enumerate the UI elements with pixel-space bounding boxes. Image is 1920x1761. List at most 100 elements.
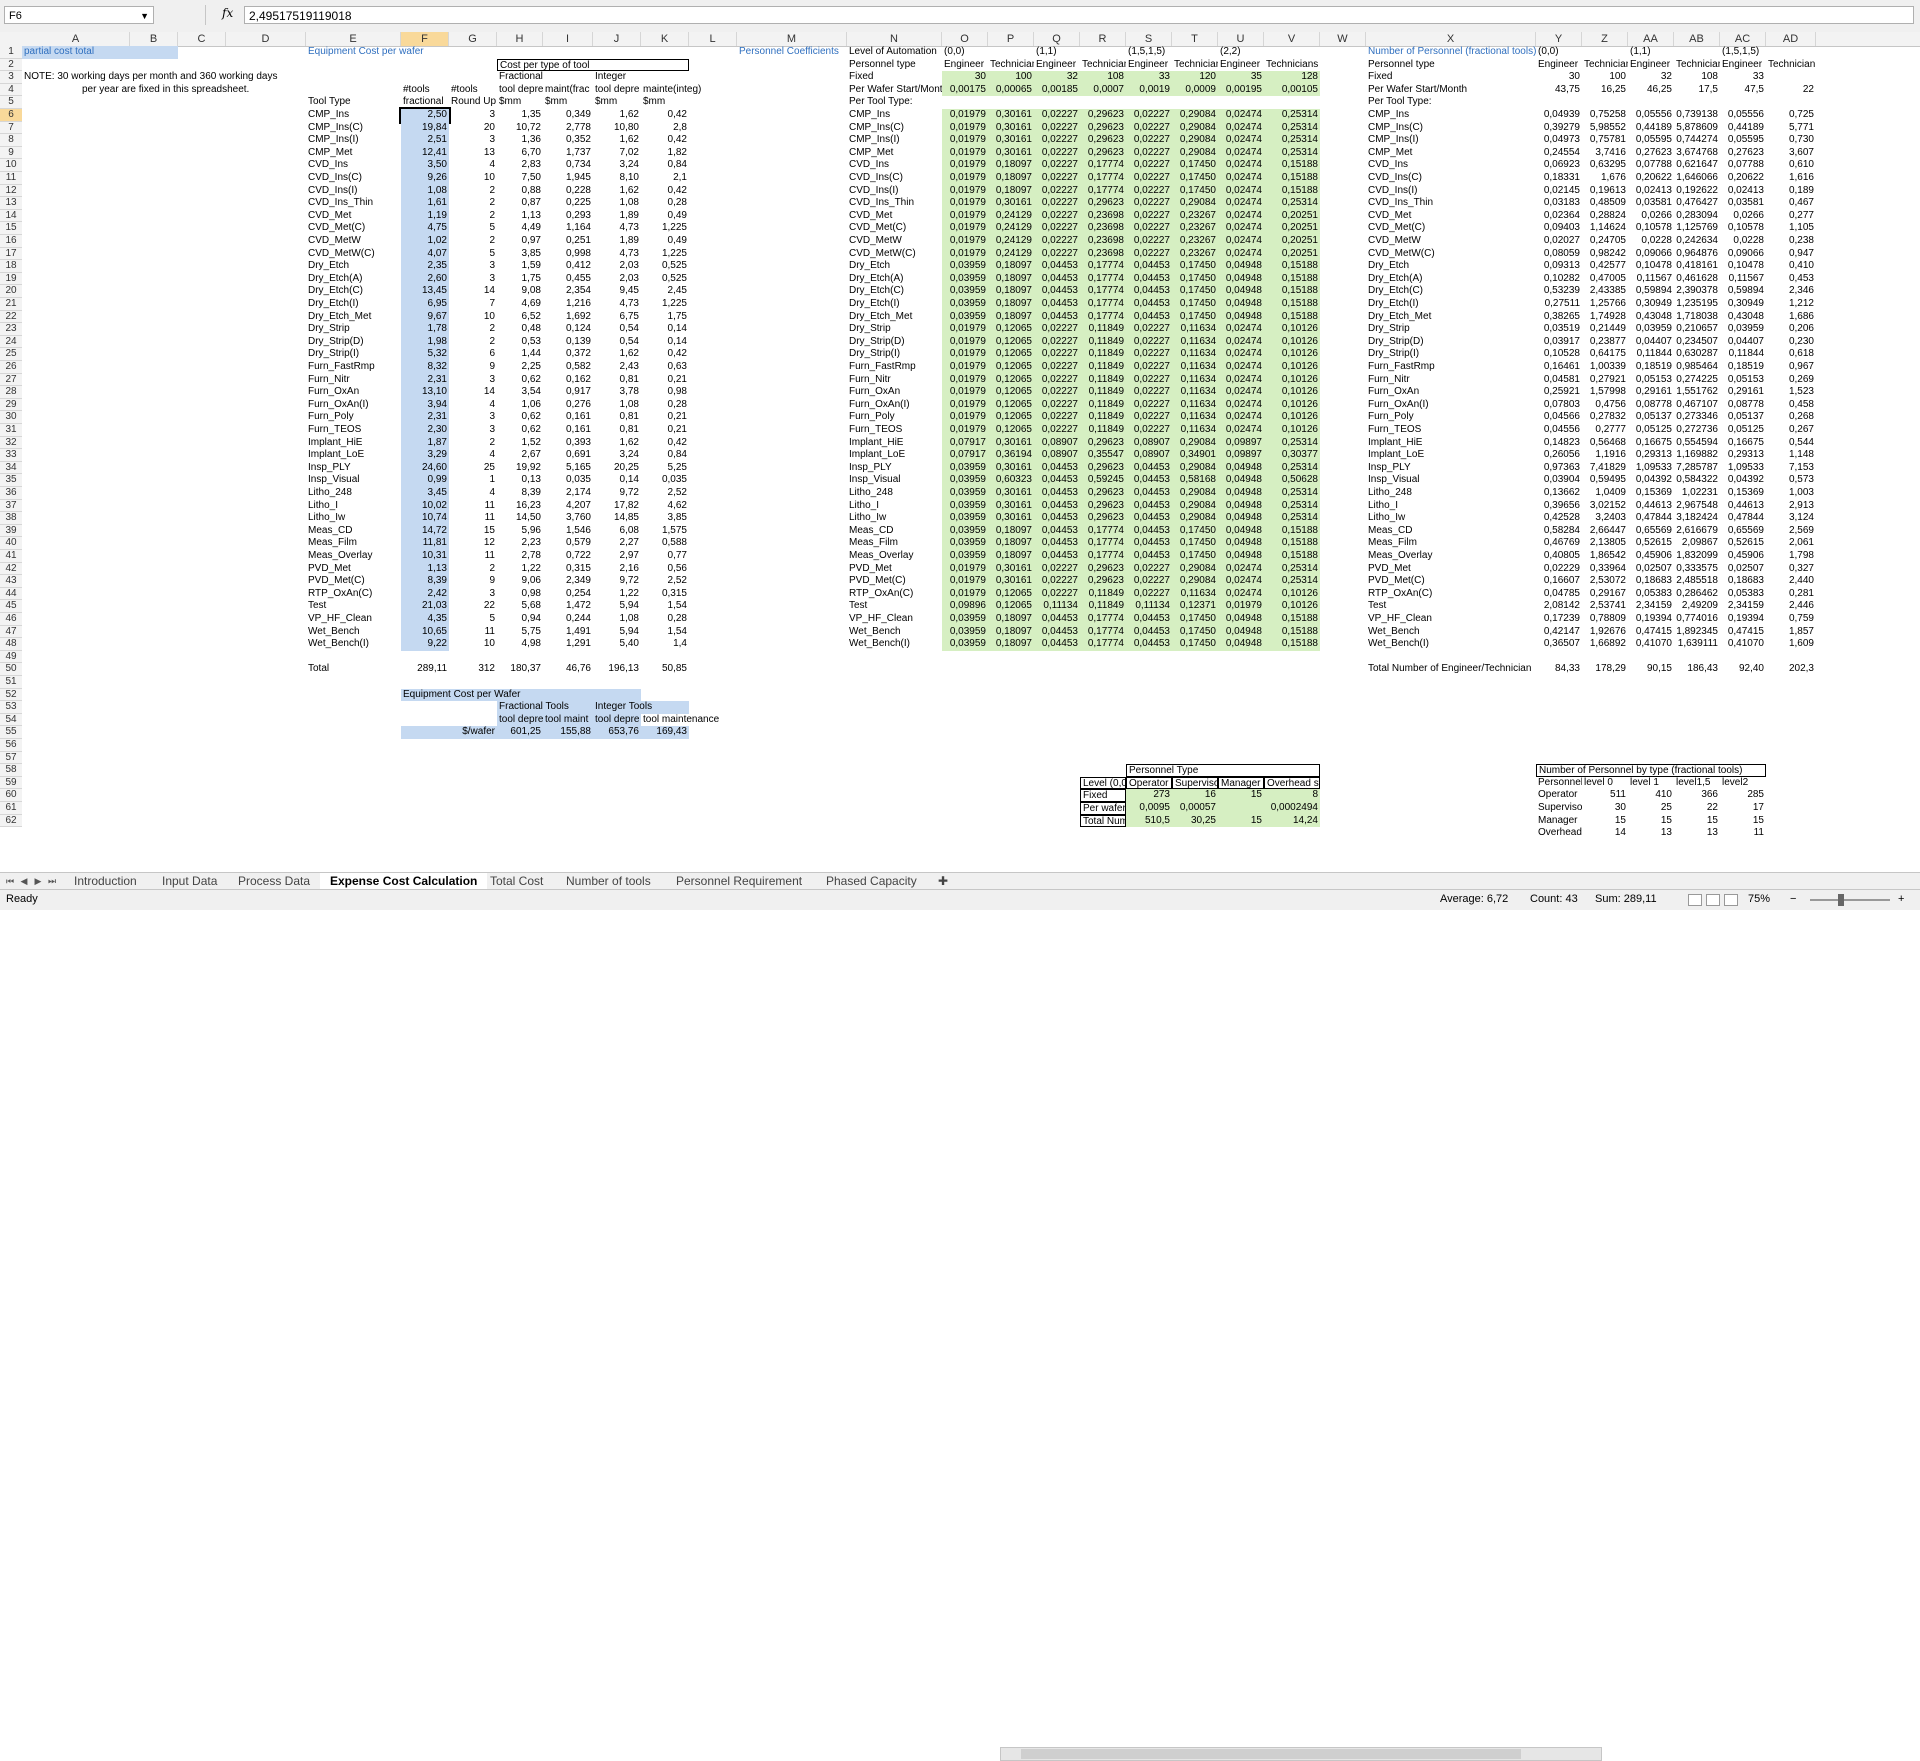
personnel-count[interactable]: 0,05595 — [1628, 134, 1674, 147]
column-header-a[interactable]: A — [22, 32, 130, 46]
value[interactable]: 0,98 — [497, 588, 543, 601]
automation-level[interactable]: (1,5,1,5) — [1720, 46, 1816, 59]
total-value[interactable]: 289,11 — [401, 663, 449, 676]
personnel-count[interactable]: 0,03581 — [1720, 197, 1766, 210]
tools-roundup[interactable]: 7 — [449, 298, 497, 311]
zoom-in-icon[interactable]: + — [1898, 893, 1904, 905]
coefficient[interactable]: 0,04453 — [1126, 638, 1172, 651]
table-header[interactable]: Manager — [1218, 776, 1264, 790]
coefficient[interactable]: 0,11634 — [1172, 398, 1218, 412]
tools-fractional[interactable]: 4,35 — [401, 613, 449, 626]
tool-type[interactable]: Dry_Strip — [847, 323, 942, 336]
coefficient[interactable]: 0,01979 — [942, 134, 988, 147]
personnel-count[interactable]: 0,26056 — [1536, 449, 1582, 462]
personnel-count[interactable]: 7,153 — [1766, 462, 1816, 475]
value[interactable]: 15 — [1674, 815, 1720, 828]
value[interactable]: 0,21 — [641, 411, 689, 424]
personnel-count[interactable]: 0,52615 — [1628, 537, 1674, 550]
coefficient[interactable]: 0,07917 — [942, 436, 988, 450]
value[interactable]: 0,0095 — [1126, 802, 1172, 815]
personnel-count[interactable]: 0,09403 — [1536, 222, 1582, 235]
personnel-count[interactable]: 0,621647 — [1674, 159, 1720, 172]
row-header[interactable]: 37 — [0, 499, 22, 513]
row-header[interactable]: 27 — [0, 373, 22, 387]
fixed-value[interactable]: 30 — [942, 71, 988, 84]
coefficient[interactable]: 0,01979 — [942, 109, 988, 122]
tools-roundup[interactable]: 11 — [449, 550, 497, 563]
coefficient[interactable]: 0,04948 — [1218, 638, 1264, 651]
value[interactable]: 14,85 — [593, 512, 641, 525]
value[interactable]: 0,455 — [543, 273, 593, 286]
row-header[interactable]: 6 — [0, 109, 22, 122]
tools-roundup[interactable]: 25 — [449, 462, 497, 475]
coefficient[interactable]: 0,10126 — [1264, 361, 1320, 374]
automation-level[interactable]: (2,2) — [1218, 46, 1320, 59]
personnel-count[interactable]: 3,674768 — [1674, 147, 1720, 160]
value[interactable]: 0,579 — [543, 537, 593, 550]
coefficient[interactable]: 0,01979 — [942, 575, 988, 588]
row-header[interactable]: 38 — [0, 512, 22, 525]
column-header-t[interactable]: T — [1172, 32, 1218, 46]
tools-roundup[interactable]: 13 — [449, 147, 497, 160]
coefficient[interactable]: 0,18097 — [988, 625, 1034, 639]
personnel-count[interactable]: 0,16675 — [1720, 437, 1766, 450]
coefficient[interactable]: 0,11634 — [1172, 361, 1218, 374]
coefficient[interactable]: 0,17450 — [1172, 285, 1218, 298]
value[interactable]: 30 — [1582, 802, 1628, 815]
coefficient[interactable]: 0,30161 — [988, 146, 1034, 160]
coefficient[interactable]: 0,18097 — [988, 613, 1034, 626]
personnel-count[interactable]: 0,05137 — [1720, 411, 1766, 424]
value[interactable]: 0,582 — [543, 361, 593, 374]
coefficient[interactable]: 0,04948 — [1218, 474, 1264, 487]
tool-type[interactable]: Furn_OxAn — [847, 386, 942, 399]
total-value[interactable]: 92,40 — [1720, 663, 1766, 676]
personnel-count[interactable]: 0,64175 — [1582, 348, 1628, 361]
tools-fractional[interactable]: 14,72 — [401, 524, 449, 538]
tools-roundup[interactable]: 2 — [449, 210, 497, 223]
coefficient[interactable]: 0,02227 — [1126, 323, 1172, 336]
coefficient[interactable]: 0,25314 — [1264, 512, 1320, 525]
personnel-count[interactable]: 2,346 — [1766, 285, 1816, 298]
tools-fractional[interactable]: 10,65 — [401, 625, 449, 639]
coefficient[interactable]: 0,04453 — [1034, 272, 1080, 286]
coefficient[interactable]: 0,02227 — [1126, 222, 1172, 235]
column-header-s[interactable]: S — [1126, 32, 1172, 46]
personnel-count[interactable]: 0,16607 — [1536, 575, 1582, 588]
coefficient[interactable]: 0,17774 — [1080, 537, 1126, 550]
total-value[interactable]: 46,76 — [543, 663, 593, 676]
personnel-count[interactable]: 0,02413 — [1720, 185, 1766, 198]
coefficient[interactable]: 0,02474 — [1218, 197, 1264, 210]
tools-fractional[interactable]: 1,19 — [401, 209, 449, 223]
zoom-slider[interactable] — [1810, 899, 1890, 901]
value[interactable]: 5,75 — [497, 626, 543, 639]
coefficient[interactable]: 0,02227 — [1034, 335, 1080, 349]
sheet-tab[interactable]: Number of tools — [556, 873, 661, 890]
coefficient[interactable]: 0,03959 — [942, 310, 988, 324]
value[interactable]: 1,62 — [593, 109, 641, 122]
coefficient[interactable]: 0,17774 — [1080, 310, 1126, 324]
value[interactable]: 5,96 — [497, 525, 543, 538]
coefficient[interactable]: 0,11634 — [1172, 424, 1218, 437]
note-line[interactable]: NOTE: 30 working days per month and 360 … — [22, 71, 306, 84]
personnel-count[interactable]: 0,27832 — [1582, 411, 1628, 424]
normal-view-icon[interactable] — [1688, 894, 1702, 906]
tools-fractional[interactable]: 2,51 — [401, 134, 449, 147]
function-icon[interactable]: fx — [222, 6, 233, 20]
personnel-count[interactable]: 0,10528 — [1536, 348, 1582, 361]
value[interactable]: 5,40 — [593, 638, 641, 651]
coefficient[interactable]: 0,01979 — [942, 222, 988, 235]
row-label[interactable]: Fixed — [1366, 71, 1536, 84]
personnel-count[interactable]: 0,98242 — [1582, 248, 1628, 261]
coefficient[interactable]: 0,02474 — [1218, 587, 1264, 601]
column-header-j[interactable]: J — [593, 32, 641, 46]
coefficient[interactable]: 0,02474 — [1218, 209, 1264, 223]
table-header[interactable]: #tools — [401, 84, 449, 97]
coefficient[interactable]: 0,10126 — [1264, 335, 1320, 349]
tool-type[interactable]: Litho_Iw — [1366, 512, 1536, 525]
value[interactable]: 15 — [1582, 815, 1628, 828]
value[interactable]: 1,06 — [497, 399, 543, 412]
spreadsheet-grid[interactable]: A B C D E F G H I J K L M N O P Q R S T U V W X Y Z AA AB AC AD 12345… — [0, 32, 1920, 872]
tool-type[interactable]: Test — [1366, 600, 1536, 613]
personnel-count[interactable]: 2,446 — [1766, 600, 1816, 613]
row-header[interactable]: 3 — [0, 71, 22, 84]
